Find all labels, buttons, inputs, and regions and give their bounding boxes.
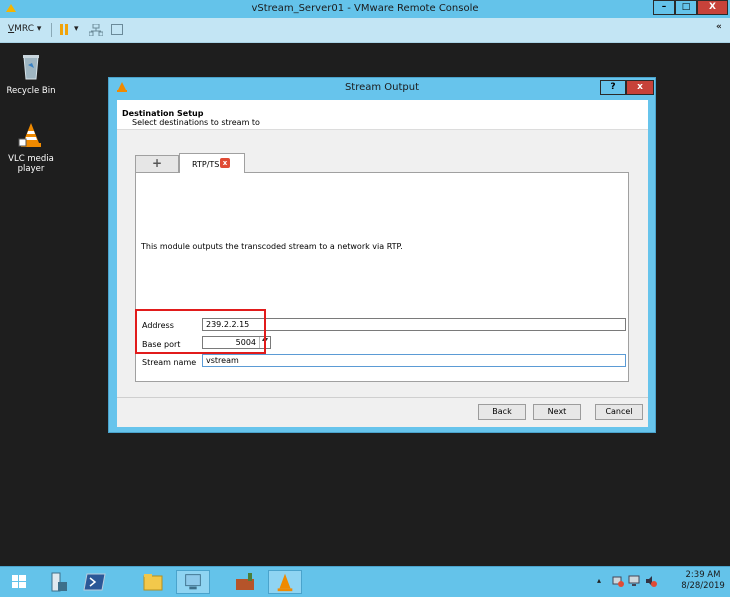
toolbox-icon[interactable] bbox=[228, 570, 262, 594]
dialog-body: Destination Setup Select destinations to… bbox=[117, 100, 648, 427]
powershell-icon[interactable] bbox=[78, 570, 112, 594]
minimize-button[interactable]: – bbox=[653, 0, 675, 15]
port-stepper-icon[interactable]: ▴▾ bbox=[259, 337, 270, 348]
vmrc-toolbar: VMRC ▾ ▾ « bbox=[0, 18, 730, 43]
maximize-icon: □ bbox=[681, 2, 691, 12]
vmrc-menu-button[interactable]: VMRC ▾ bbox=[8, 24, 41, 34]
tab-label: RTP/TS bbox=[192, 160, 220, 169]
volume-muted-icon[interactable] bbox=[645, 575, 657, 587]
clock-time[interactable]: 2:39 AM bbox=[678, 570, 728, 580]
address-field[interactable]: 239.2.2.15 bbox=[202, 318, 626, 331]
clock-date[interactable]: 8/28/2019 bbox=[678, 581, 728, 591]
vlc-label: VLC media player bbox=[8, 154, 54, 174]
close-window-button[interactable]: X bbox=[697, 0, 728, 15]
footer-divider bbox=[117, 397, 648, 398]
chevron-down-icon: ▾ bbox=[36, 24, 42, 34]
stream-name-label: Stream name bbox=[142, 358, 197, 367]
dialog-close-button[interactable]: x bbox=[626, 80, 654, 95]
stream-name-field[interactable]: vstream bbox=[202, 354, 626, 367]
back-button[interactable]: Back bbox=[478, 404, 526, 420]
module-description: This module outputs the transcoded strea… bbox=[141, 242, 403, 251]
cancel-button[interactable]: Cancel bbox=[595, 404, 643, 420]
close-icon: x bbox=[637, 82, 643, 92]
vmrc-menu-label: MRC bbox=[14, 24, 35, 34]
network-icon[interactable] bbox=[89, 24, 103, 36]
close-icon: X bbox=[709, 2, 716, 12]
network-warning-icon[interactable] bbox=[612, 575, 624, 587]
vmrc-title-bar: vStream_Server01 - VMware Remote Console… bbox=[0, 0, 730, 18]
stream-output-dialog: Stream Output ? x Destination Setup Sele… bbox=[108, 77, 656, 433]
rtp-ts-panel: This module outputs the transcoded strea… bbox=[135, 172, 629, 382]
network-tray-icon[interactable] bbox=[628, 575, 640, 587]
control-panel-icon[interactable] bbox=[176, 570, 210, 594]
file-explorer-icon[interactable] bbox=[136, 570, 170, 594]
tab-rtp-ts[interactable]: RTP/TS x bbox=[179, 153, 245, 173]
setup-header: Destination Setup Select destinations to… bbox=[117, 100, 648, 130]
window-title: vStream_Server01 - VMware Remote Console bbox=[251, 3, 479, 14]
toolbar-divider bbox=[51, 23, 52, 37]
dialog-title: Stream Output bbox=[344, 82, 420, 93]
base-port-label: Base port bbox=[142, 340, 181, 349]
add-destination-tab[interactable]: + bbox=[135, 155, 179, 172]
pause-icon[interactable] bbox=[60, 24, 69, 35]
recycle-bin-icon bbox=[23, 55, 39, 80]
desktop-icon-vlc[interactable]: VLC media player bbox=[0, 121, 62, 174]
server-manager-icon[interactable] bbox=[40, 570, 74, 594]
help-button[interactable]: ? bbox=[600, 80, 626, 95]
add-tab-icon: + bbox=[151, 156, 163, 170]
address-label: Address bbox=[142, 321, 174, 330]
fullscreen-icon[interactable] bbox=[111, 24, 123, 35]
vlc-taskbar-icon[interactable] bbox=[268, 570, 302, 594]
minimize-icon: – bbox=[661, 2, 667, 12]
windows-start-icon[interactable] bbox=[2, 570, 36, 594]
desktop-icon-recycle-bin[interactable]: Recycle Bin bbox=[0, 53, 62, 96]
next-button[interactable]: Next bbox=[533, 404, 581, 420]
setup-subtitle: Select destinations to stream to bbox=[132, 118, 260, 127]
close-tab-icon[interactable]: x bbox=[220, 158, 230, 168]
help-icon: ? bbox=[610, 82, 616, 92]
chevron-down-icon[interactable]: ▾ bbox=[74, 24, 79, 34]
tray-overflow-icon[interactable]: ▴ bbox=[597, 576, 601, 585]
recycle-bin-label: Recycle Bin bbox=[6, 86, 56, 96]
taskbar: ▴ 2:39 AM 8/28/2019 bbox=[0, 566, 730, 597]
maximize-button[interactable]: □ bbox=[675, 0, 697, 15]
setup-title: Destination Setup bbox=[122, 109, 204, 118]
vlc-cone-icon bbox=[18, 123, 41, 147]
collapse-toolbar-icon[interactable]: « bbox=[716, 22, 722, 32]
